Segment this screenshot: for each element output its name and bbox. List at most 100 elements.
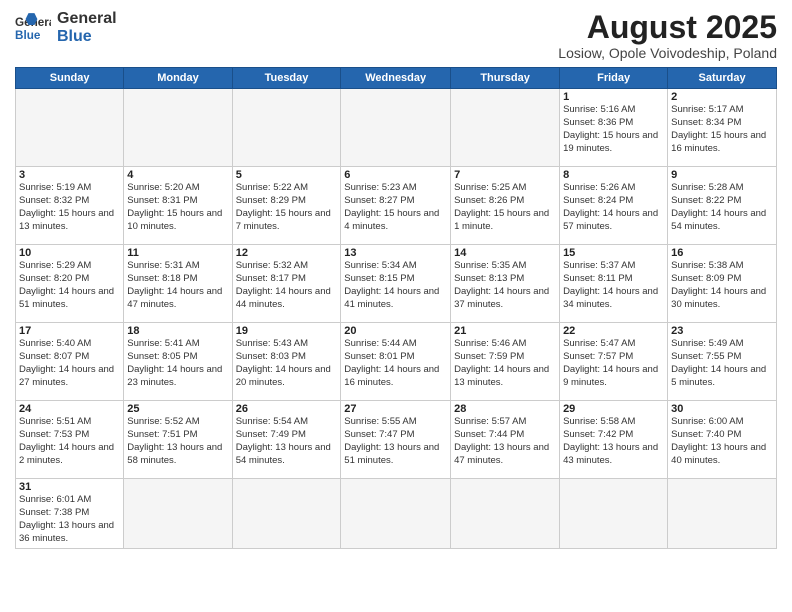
day-number: 31 (19, 481, 120, 493)
day-number: 11 (127, 247, 228, 259)
day-number: 12 (236, 247, 338, 259)
day-info: Sunrise: 5:41 AM Sunset: 8:05 PM Dayligh… (127, 338, 228, 389)
weekday-header-thursday: Thursday (451, 68, 560, 89)
day-info: Sunrise: 5:54 AM Sunset: 7:49 PM Dayligh… (236, 416, 338, 467)
calendar-cell: 2Sunrise: 5:17 AM Sunset: 8:34 PM Daylig… (668, 89, 777, 167)
day-number: 22 (563, 325, 664, 337)
calendar-cell: 20Sunrise: 5:44 AM Sunset: 8:01 PM Dayli… (341, 323, 451, 401)
day-info: Sunrise: 6:01 AM Sunset: 7:38 PM Dayligh… (19, 494, 120, 545)
calendar-cell: 17Sunrise: 5:40 AM Sunset: 8:07 PM Dayli… (16, 323, 124, 401)
day-info: Sunrise: 5:47 AM Sunset: 7:57 PM Dayligh… (563, 338, 664, 389)
day-info: Sunrise: 5:58 AM Sunset: 7:42 PM Dayligh… (563, 416, 664, 467)
day-info: Sunrise: 5:40 AM Sunset: 8:07 PM Dayligh… (19, 338, 120, 389)
calendar-cell: 9Sunrise: 5:28 AM Sunset: 8:22 PM Daylig… (668, 167, 777, 245)
day-info: Sunrise: 5:34 AM Sunset: 8:15 PM Dayligh… (344, 260, 447, 311)
day-number: 17 (19, 325, 120, 337)
calendar-cell: 16Sunrise: 5:38 AM Sunset: 8:09 PM Dayli… (668, 245, 777, 323)
day-info: Sunrise: 5:38 AM Sunset: 8:09 PM Dayligh… (671, 260, 773, 311)
calendar-cell: 11Sunrise: 5:31 AM Sunset: 8:18 PM Dayli… (124, 245, 232, 323)
calendar-cell: 21Sunrise: 5:46 AM Sunset: 7:59 PM Dayli… (451, 323, 560, 401)
day-info: Sunrise: 5:55 AM Sunset: 7:47 PM Dayligh… (344, 416, 447, 467)
day-number: 18 (127, 325, 228, 337)
logo-general-text: General (57, 10, 117, 28)
calendar-cell: 14Sunrise: 5:35 AM Sunset: 8:13 PM Dayli… (451, 245, 560, 323)
day-info: Sunrise: 5:46 AM Sunset: 7:59 PM Dayligh… (454, 338, 556, 389)
logo: General Blue General Blue (15, 10, 117, 46)
calendar-cell: 27Sunrise: 5:55 AM Sunset: 7:47 PM Dayli… (341, 401, 451, 479)
day-info: Sunrise: 5:51 AM Sunset: 7:53 PM Dayligh… (19, 416, 120, 467)
calendar-cell (124, 89, 232, 167)
day-info: Sunrise: 5:26 AM Sunset: 8:24 PM Dayligh… (563, 182, 664, 233)
weekday-header-sunday: Sunday (16, 68, 124, 89)
weekday-header-monday: Monday (124, 68, 232, 89)
day-number: 28 (454, 403, 556, 415)
day-number: 6 (344, 169, 447, 181)
day-number: 1 (563, 91, 664, 103)
calendar-week-row: 31Sunrise: 6:01 AM Sunset: 7:38 PM Dayli… (16, 479, 777, 549)
calendar-cell (560, 479, 668, 549)
day-info: Sunrise: 5:37 AM Sunset: 8:11 PM Dayligh… (563, 260, 664, 311)
weekday-header-friday: Friday (560, 68, 668, 89)
day-number: 26 (236, 403, 338, 415)
calendar-cell: 28Sunrise: 5:57 AM Sunset: 7:44 PM Dayli… (451, 401, 560, 479)
day-info: Sunrise: 5:31 AM Sunset: 8:18 PM Dayligh… (127, 260, 228, 311)
logo-blue-text: Blue (57, 28, 117, 46)
day-number: 23 (671, 325, 773, 337)
day-number: 7 (454, 169, 556, 181)
weekday-header-tuesday: Tuesday (232, 68, 341, 89)
day-number: 29 (563, 403, 664, 415)
calendar-cell: 26Sunrise: 5:54 AM Sunset: 7:49 PM Dayli… (232, 401, 341, 479)
calendar-cell (451, 479, 560, 549)
day-info: Sunrise: 5:20 AM Sunset: 8:31 PM Dayligh… (127, 182, 228, 233)
calendar-cell: 5Sunrise: 5:22 AM Sunset: 8:29 PM Daylig… (232, 167, 341, 245)
calendar-cell: 18Sunrise: 5:41 AM Sunset: 8:05 PM Dayli… (124, 323, 232, 401)
day-info: Sunrise: 5:35 AM Sunset: 8:13 PM Dayligh… (454, 260, 556, 311)
header: General Blue General Blue August 2025 Lo… (15, 10, 777, 61)
day-info: Sunrise: 5:52 AM Sunset: 7:51 PM Dayligh… (127, 416, 228, 467)
day-info: Sunrise: 5:17 AM Sunset: 8:34 PM Dayligh… (671, 104, 773, 155)
day-number: 21 (454, 325, 556, 337)
calendar-cell: 10Sunrise: 5:29 AM Sunset: 8:20 PM Dayli… (16, 245, 124, 323)
day-info: Sunrise: 5:23 AM Sunset: 8:27 PM Dayligh… (344, 182, 447, 233)
calendar-cell: 23Sunrise: 5:49 AM Sunset: 7:55 PM Dayli… (668, 323, 777, 401)
calendar-cell (16, 89, 124, 167)
calendar-cell: 31Sunrise: 6:01 AM Sunset: 7:38 PM Dayli… (16, 479, 124, 549)
calendar-cell: 24Sunrise: 5:51 AM Sunset: 7:53 PM Dayli… (16, 401, 124, 479)
calendar-cell (232, 479, 341, 549)
calendar-cell (451, 89, 560, 167)
calendar-week-row: 10Sunrise: 5:29 AM Sunset: 8:20 PM Dayli… (16, 245, 777, 323)
calendar-week-row: 1Sunrise: 5:16 AM Sunset: 8:36 PM Daylig… (16, 89, 777, 167)
day-number: 25 (127, 403, 228, 415)
day-info: Sunrise: 5:43 AM Sunset: 8:03 PM Dayligh… (236, 338, 338, 389)
day-info: Sunrise: 5:19 AM Sunset: 8:32 PM Dayligh… (19, 182, 120, 233)
day-number: 24 (19, 403, 120, 415)
calendar-table: SundayMondayTuesdayWednesdayThursdayFrid… (15, 67, 777, 549)
day-number: 4 (127, 169, 228, 181)
calendar-cell: 7Sunrise: 5:25 AM Sunset: 8:26 PM Daylig… (451, 167, 560, 245)
day-number: 27 (344, 403, 447, 415)
location-subtitle: Losiow, Opole Voivodeship, Poland (558, 45, 777, 61)
weekday-header-wednesday: Wednesday (341, 68, 451, 89)
month-title: August 2025 (558, 10, 777, 45)
day-number: 10 (19, 247, 120, 259)
calendar-cell (232, 89, 341, 167)
day-info: Sunrise: 5:44 AM Sunset: 8:01 PM Dayligh… (344, 338, 447, 389)
day-number: 15 (563, 247, 664, 259)
day-info: Sunrise: 5:16 AM Sunset: 8:36 PM Dayligh… (563, 104, 664, 155)
day-number: 14 (454, 247, 556, 259)
svg-text:Blue: Blue (15, 29, 41, 42)
calendar-cell: 25Sunrise: 5:52 AM Sunset: 7:51 PM Dayli… (124, 401, 232, 479)
generalblue-logo-icon: General Blue (15, 10, 51, 46)
page: General Blue General Blue August 2025 Lo… (0, 0, 792, 559)
calendar-cell: 3Sunrise: 5:19 AM Sunset: 8:32 PM Daylig… (16, 167, 124, 245)
day-number: 3 (19, 169, 120, 181)
day-number: 20 (344, 325, 447, 337)
calendar-cell: 1Sunrise: 5:16 AM Sunset: 8:36 PM Daylig… (560, 89, 668, 167)
calendar-cell: 6Sunrise: 5:23 AM Sunset: 8:27 PM Daylig… (341, 167, 451, 245)
calendar-cell: 29Sunrise: 5:58 AM Sunset: 7:42 PM Dayli… (560, 401, 668, 479)
weekday-header-row: SundayMondayTuesdayWednesdayThursdayFrid… (16, 68, 777, 89)
day-info: Sunrise: 5:32 AM Sunset: 8:17 PM Dayligh… (236, 260, 338, 311)
day-number: 13 (344, 247, 447, 259)
day-number: 2 (671, 91, 773, 103)
calendar-cell: 4Sunrise: 5:20 AM Sunset: 8:31 PM Daylig… (124, 167, 232, 245)
